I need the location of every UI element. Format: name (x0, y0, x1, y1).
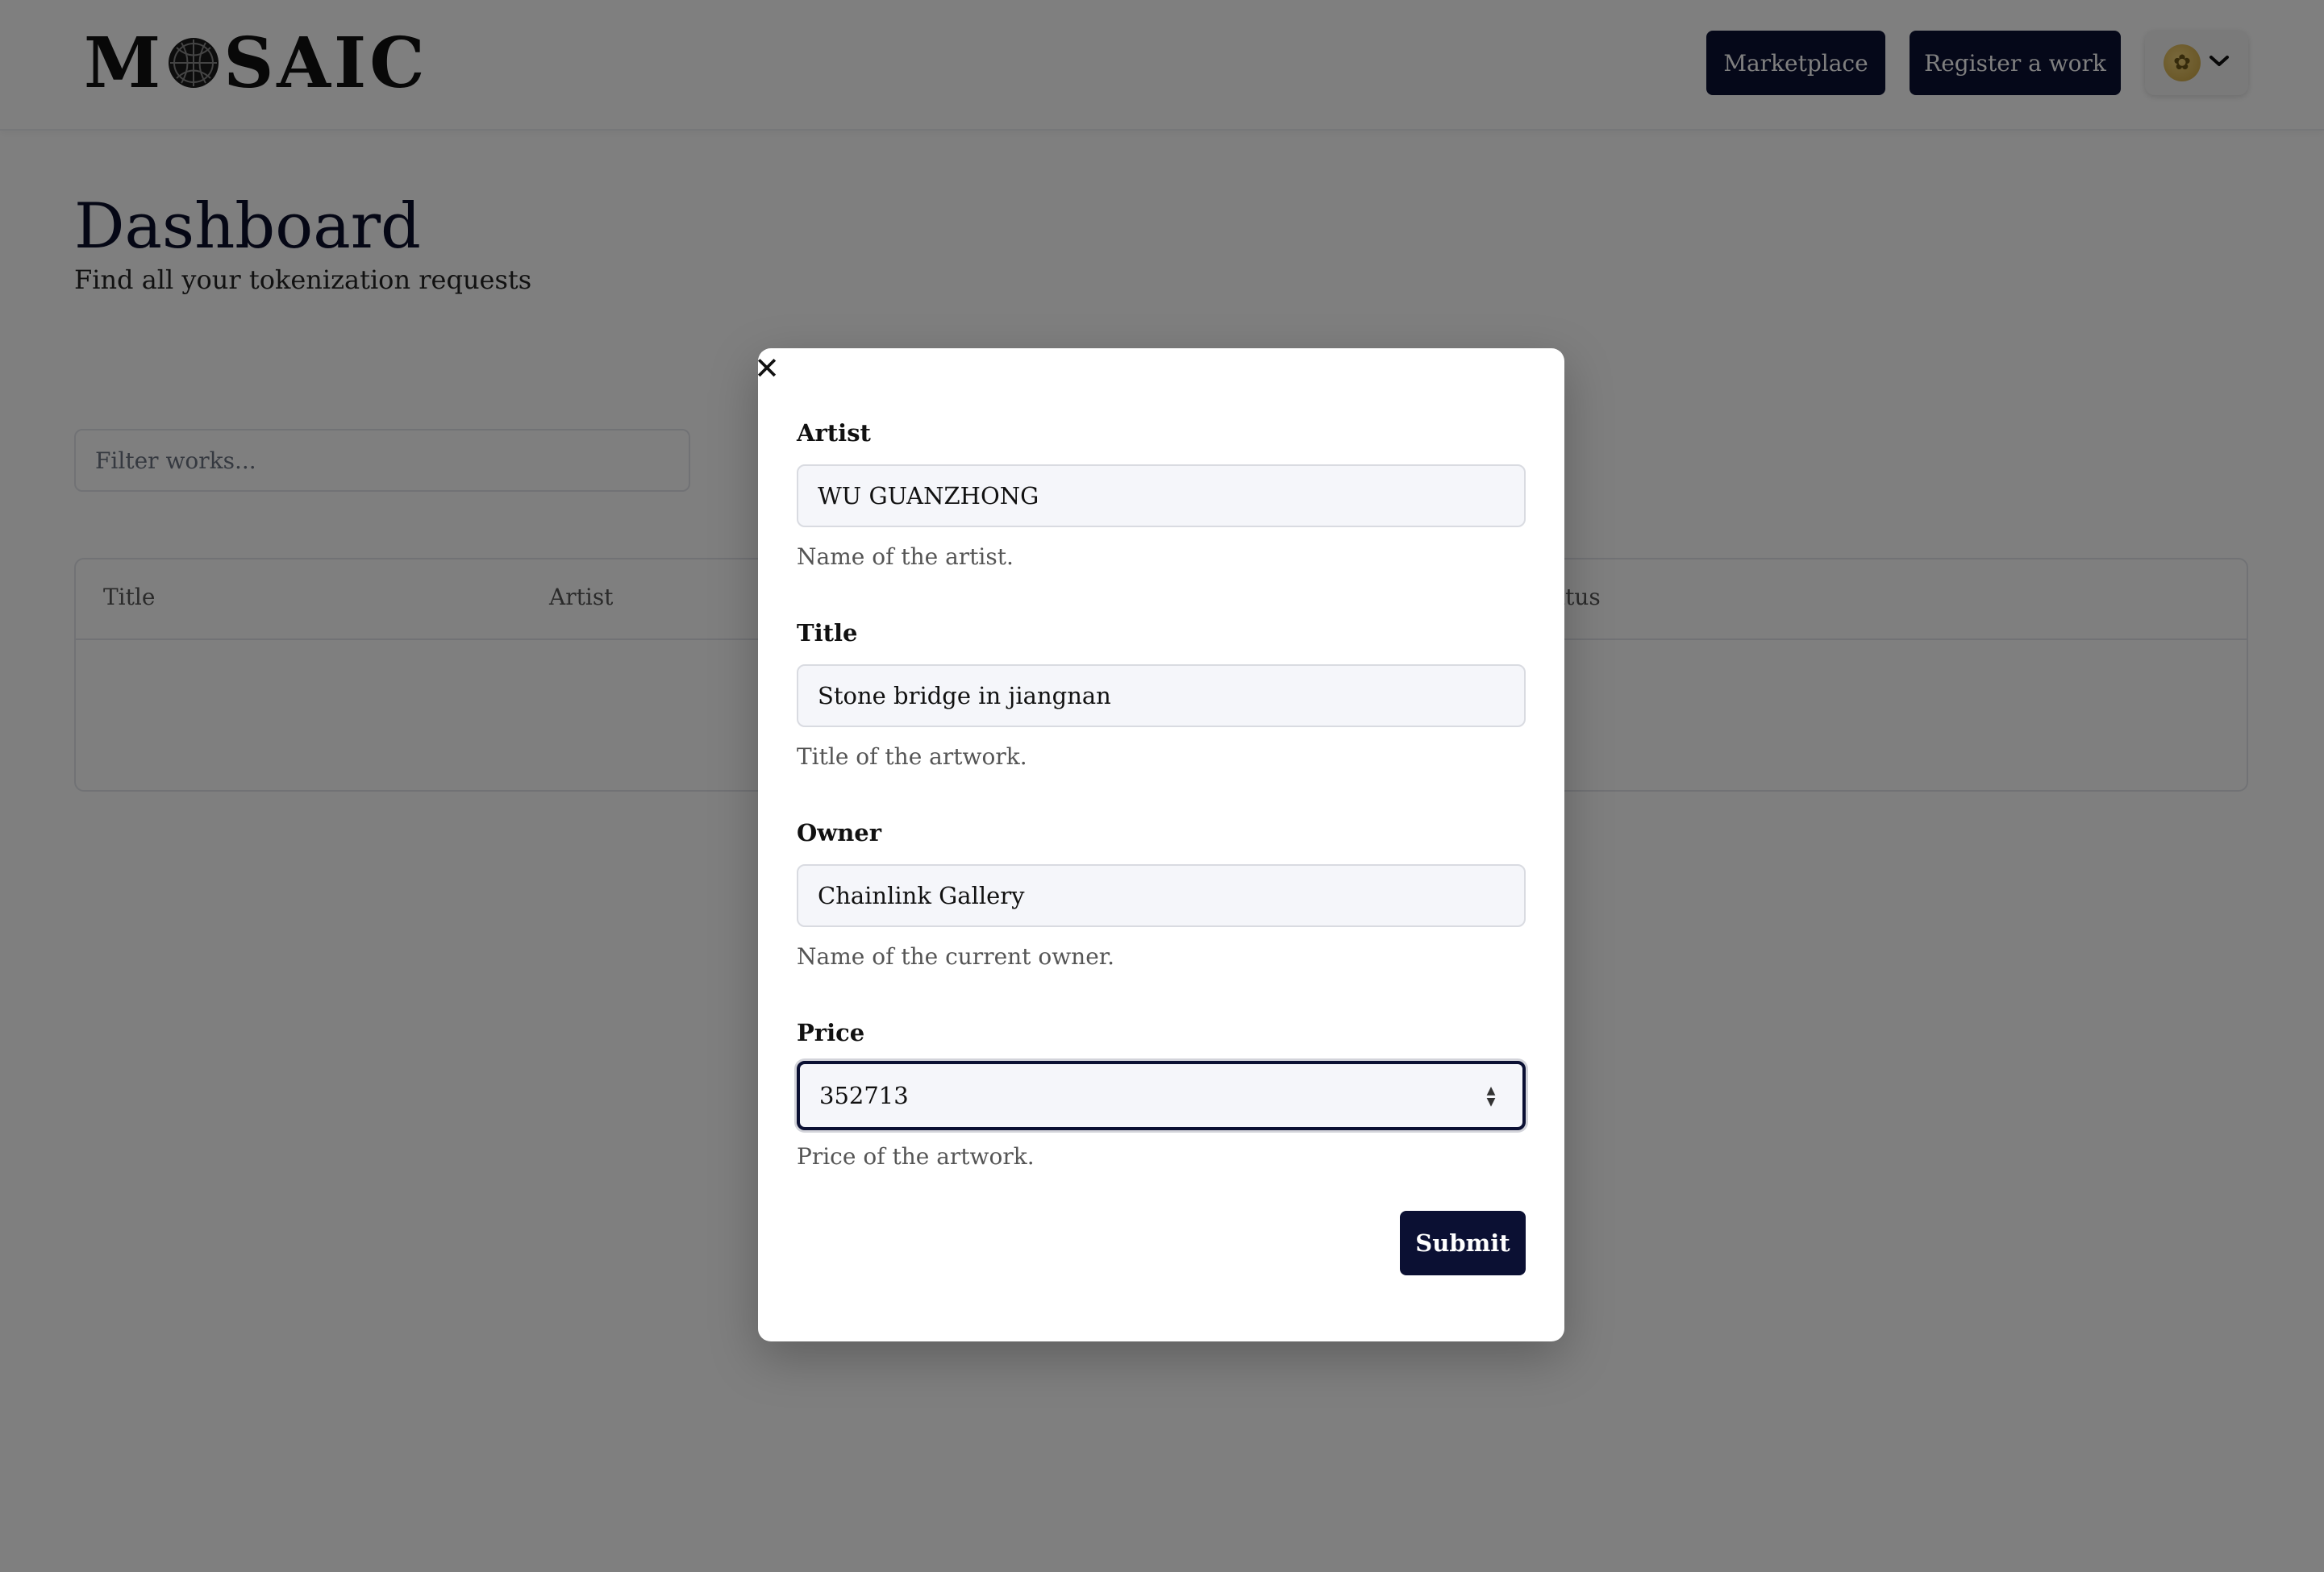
submit-button[interactable]: Submit (1400, 1211, 1526, 1275)
title-input[interactable] (797, 664, 1526, 727)
price-help-text: Price of the artwork. (797, 1143, 1035, 1170)
number-stepper-icon[interactable]: ▲ ▼ (1482, 1080, 1500, 1112)
price-input[interactable] (797, 1061, 1526, 1130)
owner-label: Owner (797, 819, 882, 846)
page: M SAIC Marketplace Register a work ✿ Das… (0, 0, 2324, 1572)
close-icon[interactable]: ✕ (753, 351, 781, 386)
owner-input[interactable] (797, 864, 1526, 927)
title-help-text: Title of the artwork. (797, 743, 1027, 770)
artist-help-text: Name of the artist. (797, 543, 1014, 570)
owner-help-text: Name of the current owner. (797, 943, 1114, 970)
price-label: Price (797, 1019, 865, 1046)
artist-input[interactable] (797, 464, 1526, 527)
title-label: Title (797, 619, 858, 647)
artist-label: Artist (797, 419, 871, 447)
